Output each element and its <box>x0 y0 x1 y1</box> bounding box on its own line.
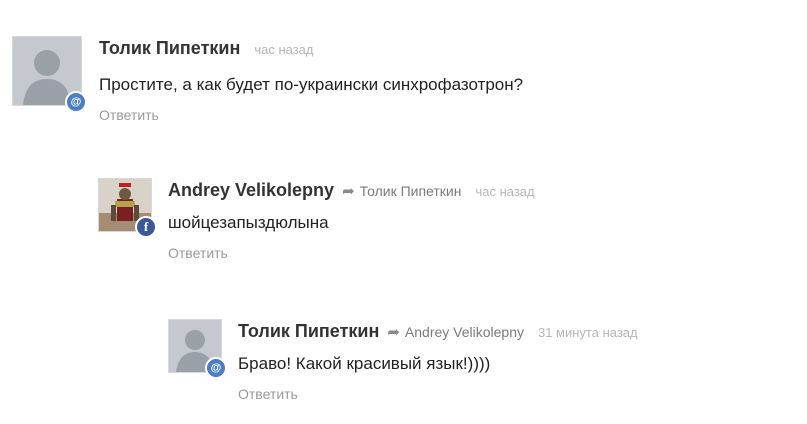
comment-time[interactable]: 31 минута назад <box>538 325 638 340</box>
comment-author[interactable]: Толик Пипеткин <box>238 321 379 342</box>
reply-arrow-icon: ➦ <box>387 324 400 341</box>
reply-button[interactable]: Ответить <box>238 386 638 402</box>
comment-time[interactable]: час назад <box>475 184 534 199</box>
at-icon: @ <box>205 357 227 379</box>
comment-2: f Andrey Velikolepny ➦ Толик Пипеткин ча… <box>98 178 798 278</box>
comment-author[interactable]: Andrey Velikolepny <box>168 180 334 201</box>
reply-to-name[interactable]: Andrey Velikolepny <box>405 324 524 340</box>
reply-arrow-icon: ➦ <box>342 183 355 200</box>
reply-button[interactable]: Ответить <box>99 107 523 123</box>
comment-3: @ Толик Пипеткин ➦ Andrey Velikolepny 31… <box>168 319 798 419</box>
comment-text: шойцезапыздюлына <box>168 213 329 232</box>
reply-to-name[interactable]: Толик Пипеткин <box>360 183 462 199</box>
facebook-icon: f <box>135 216 157 238</box>
reply-to[interactable]: ➦ Толик Пипеткин <box>342 182 461 200</box>
comment-text: Простите, а как будет по-украински синхр… <box>99 75 524 94</box>
comment-1: @ Толик Пипеткин час назад Простите, а к… <box>12 36 792 136</box>
reply-to[interactable]: ➦ Andrey Velikolepny <box>387 323 524 341</box>
comment-text: Браво! Какой красивый язык!)))) <box>238 354 491 373</box>
comment-time[interactable]: час назад <box>254 42 313 57</box>
comment-author[interactable]: Толик Пипеткин <box>99 38 240 59</box>
at-icon: @ <box>65 91 87 113</box>
reply-button[interactable]: Ответить <box>168 245 535 261</box>
